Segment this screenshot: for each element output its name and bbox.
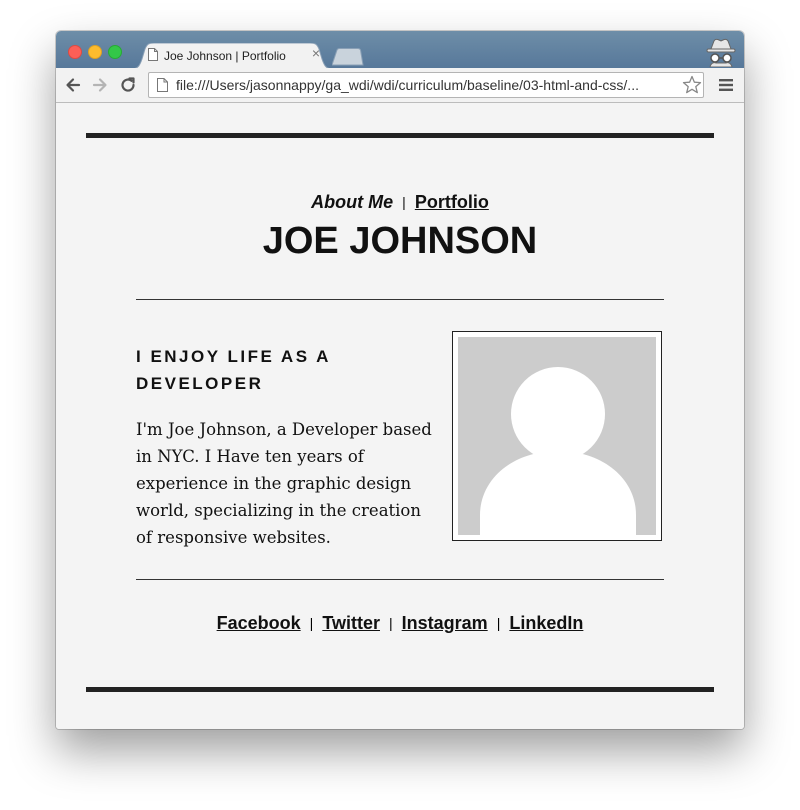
social-separator: |: [389, 615, 393, 631]
address-bar[interactable]: file:///Users/jasonnappy/ga_wdi/wdi/curr…: [148, 72, 704, 98]
page-content: About Me | Portfolio JOE JOHNSON I ENJOY…: [56, 103, 744, 729]
page-icon: [157, 78, 168, 92]
top-border-rule: [86, 133, 714, 138]
linkedin-link[interactable]: LinkedIn: [509, 613, 583, 633]
incognito-icon: [706, 38, 736, 67]
page-title: JOE JOHNSON: [262, 220, 538, 262]
nav-portfolio-link[interactable]: Portfolio: [415, 192, 489, 212]
footer-divider: [136, 579, 664, 580]
back-arrow-icon[interactable]: [64, 76, 82, 94]
title-bar: Joe Johnson | Portfolio ×: [56, 31, 744, 69]
nav-separator: |: [402, 194, 406, 210]
avatar: [452, 331, 662, 541]
tab-close-icon[interactable]: ×: [309, 46, 323, 60]
page-icon: [148, 48, 158, 61]
url-text[interactable]: file:///Users/jasonnappy/ga_wdi/wdi/curr…: [176, 77, 676, 93]
zoom-window-button[interactable]: [108, 45, 122, 59]
nav-about-me: About Me: [311, 192, 394, 212]
site-nav: About Me | Portfolio: [56, 192, 744, 213]
tab-title: Joe Johnson | Portfolio: [164, 49, 286, 63]
browser-toolbar: file:///Users/jasonnappy/ga_wdi/wdi/curr…: [56, 68, 744, 103]
bookmark-star-icon[interactable]: [682, 75, 702, 95]
about-bio: I'm Joe Johnson, a Developer based in NY…: [136, 420, 432, 547]
social-links: Facebook | Twitter | Instagram | LinkedI…: [56, 613, 744, 634]
close-window-button[interactable]: [68, 45, 82, 59]
facebook-link[interactable]: Facebook: [217, 613, 301, 633]
instagram-link[interactable]: Instagram: [402, 613, 488, 633]
menu-icon[interactable]: [718, 77, 734, 93]
new-tab-button[interactable]: [332, 48, 364, 66]
reload-icon[interactable]: [119, 76, 137, 94]
twitter-link[interactable]: Twitter: [322, 613, 380, 633]
about-headline: I ENJOY LIFE AS A DEVELOPER: [136, 347, 331, 393]
person-silhouette-icon: [480, 367, 636, 535]
avatar-placeholder: [458, 337, 656, 535]
minimize-window-button[interactable]: [88, 45, 102, 59]
browser-window: Joe Johnson | Portfolio × file:///Users/…: [56, 31, 744, 729]
bottom-border-rule: [86, 687, 714, 692]
social-separator: |: [496, 615, 501, 631]
social-separator: |: [309, 615, 314, 631]
forward-arrow-icon[interactable]: [91, 76, 109, 94]
header-divider: [136, 299, 664, 300]
